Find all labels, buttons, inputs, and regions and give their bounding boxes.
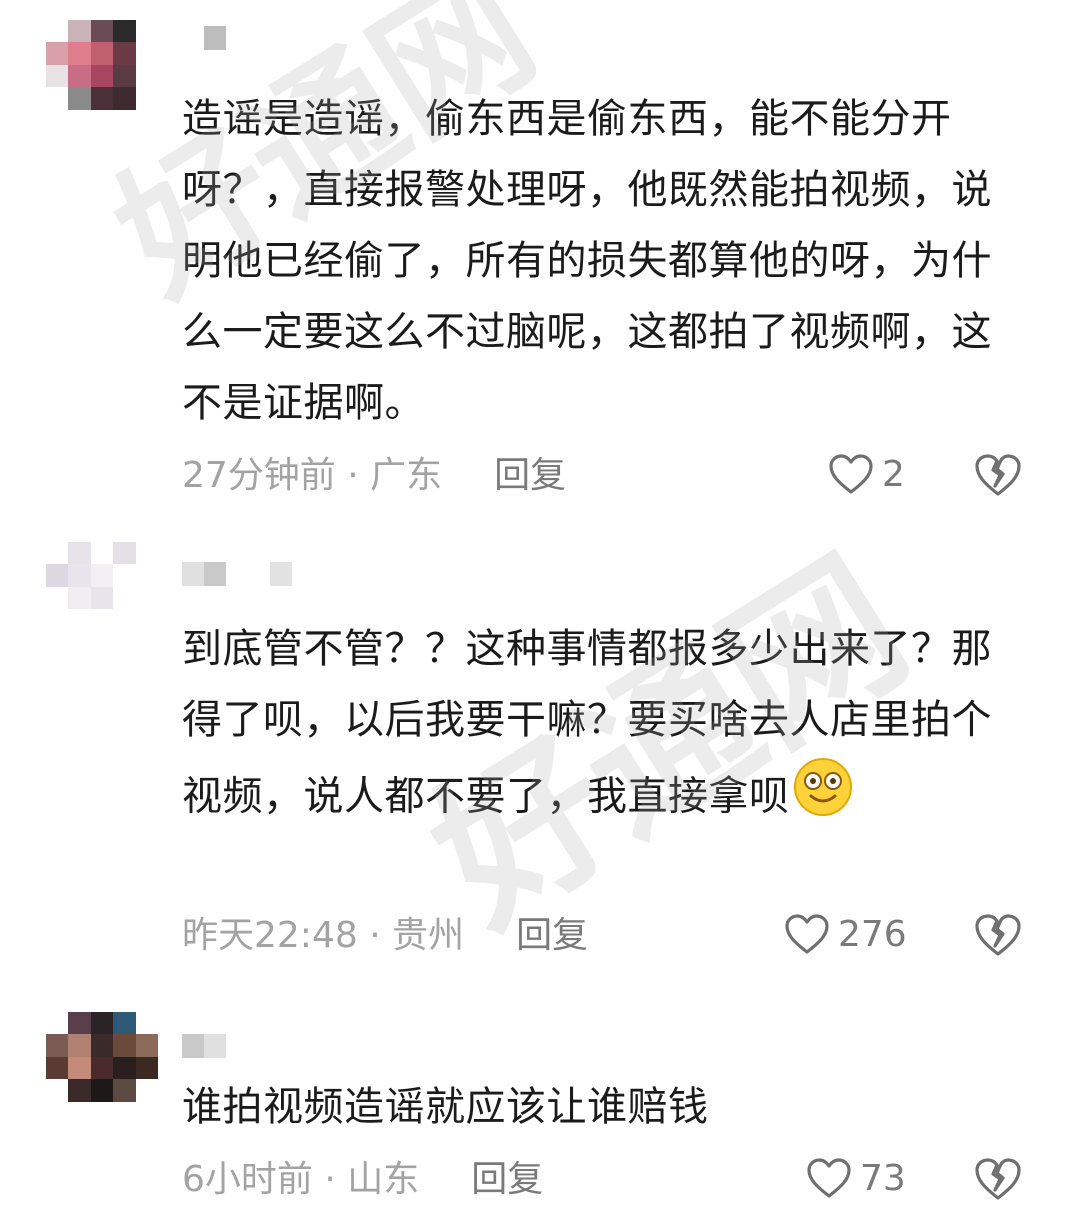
reply-button[interactable]: 回复: [516, 912, 588, 960]
avatar[interactable]: [46, 20, 158, 132]
comment-time-location: 6小时前 · 山东: [182, 1159, 420, 1200]
comment-text-body: 到底管不管？？这种事情都报多少出来了？那得了呗，以后我要干嘛？要买啥去人店里拍个…: [182, 626, 992, 820]
like-count: 276: [838, 913, 907, 955]
like-button[interactable]: 73: [806, 1154, 906, 1202]
broken-heart-icon: [974, 912, 1022, 958]
username[interactable]: [182, 1034, 226, 1058]
like-count: 2: [882, 453, 905, 495]
heart-outline-icon: [828, 453, 874, 495]
like-button[interactable]: 2: [828, 450, 905, 498]
comment-text: 谁拍视频造谣就应该让谁赔钱: [182, 1084, 709, 1130]
username[interactable]: [182, 562, 292, 586]
broken-heart-icon: [974, 452, 1022, 498]
avatar[interactable]: [46, 1012, 158, 1124]
broken-heart-icon: [974, 1156, 1022, 1202]
dislike-button[interactable]: [974, 912, 1022, 960]
avatar[interactable]: [46, 542, 158, 654]
heart-outline-icon: [784, 913, 830, 955]
dislike-button[interactable]: [974, 452, 1022, 500]
like-count: 73: [860, 1157, 906, 1199]
comment-time-location: 昨天22:48 · 贵州: [182, 915, 465, 956]
username[interactable]: [182, 26, 226, 50]
reply-button[interactable]: 回复: [494, 452, 566, 500]
comment-time-location: 27分钟前 · 广东: [182, 455, 443, 496]
dislike-button[interactable]: [974, 1156, 1022, 1204]
comment-text: 造谣是造谣，偷东西是偷东西，能不能分开呀？，直接报警处理呀，他既然能拍视频，说明…: [182, 96, 992, 426]
smiling-face-emoji: [792, 756, 854, 841]
comment-meta: 27分钟前 · 广东 回复: [182, 452, 566, 500]
comment-meta: 昨天22:48 · 贵州 回复: [182, 912, 588, 960]
reply-button[interactable]: 回复: [471, 1156, 543, 1204]
like-button[interactable]: 276: [784, 910, 907, 958]
heart-outline-icon: [806, 1157, 852, 1199]
comment-text: 到底管不管？？这种事情都报多少出来了？那得了呗，以后我要干嘛？要买啥去人店里拍个…: [182, 614, 1002, 841]
comment-meta: 6小时前 · 山东 回复: [182, 1156, 543, 1204]
